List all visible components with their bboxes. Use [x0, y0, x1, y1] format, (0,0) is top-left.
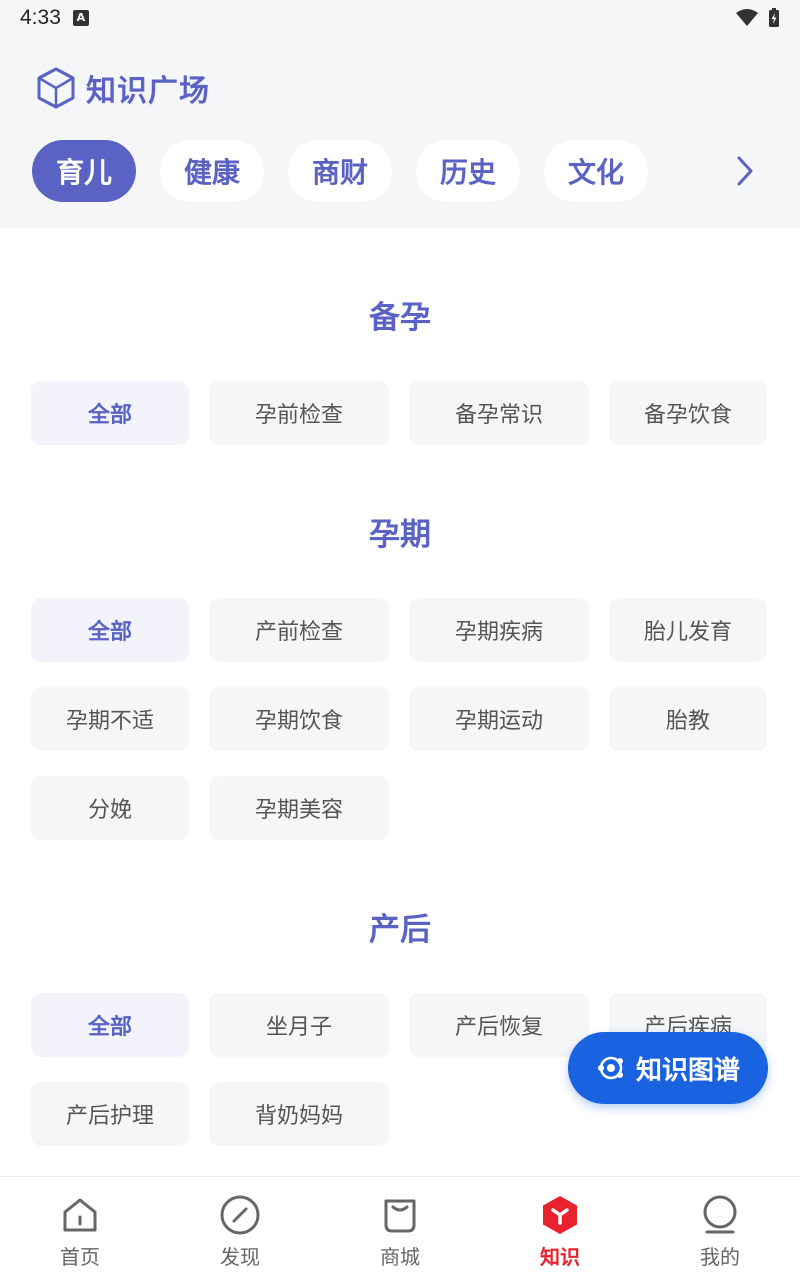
nav-label: 首页 [60, 1245, 100, 1269]
bottom-nav: 首页 发现 商城 知识 我的 [0, 1176, 800, 1280]
chip-item[interactable]: 孕期运动 [409, 687, 589, 751]
chip-all[interactable]: 全部 [31, 598, 189, 662]
tab-business[interactable]: 商财 [288, 140, 392, 202]
accessibility-notification-icon: A [72, 10, 89, 26]
nav-label: 我的 [700, 1245, 740, 1269]
wifi-icon [736, 9, 758, 26]
category-tabs: 育儿 健康 商财 历史 文化 [32, 140, 648, 202]
nav-item-discover[interactable]: 发现 [160, 1177, 320, 1280]
nav-label: 发现 [220, 1245, 260, 1269]
chip-item[interactable]: 产后护理 [31, 1082, 189, 1146]
page-title: 知识广场 [86, 74, 210, 109]
nav-item-home[interactable]: 首页 [0, 1177, 160, 1280]
chip-item[interactable]: 分娩 [31, 776, 189, 840]
chip-item[interactable]: 孕期不适 [31, 687, 189, 751]
tab-culture[interactable]: 文化 [544, 140, 648, 202]
bag-icon [384, 1199, 416, 1233]
knowledge-graph-button[interactable]: 知识图谱 [568, 1032, 768, 1104]
chip-all[interactable]: 全部 [31, 381, 189, 445]
chip-item[interactable]: 孕期饮食 [209, 687, 389, 751]
cube-logo-icon [37, 67, 75, 109]
status-bar: 4:33 A [0, 0, 800, 36]
nav-label: 商城 [380, 1245, 420, 1269]
brand: 知识广场 [36, 66, 210, 110]
chip-item[interactable]: 胎儿发育 [609, 598, 767, 662]
chip-item[interactable]: 备孕常识 [409, 381, 589, 445]
chip-item[interactable]: 孕前检查 [209, 381, 389, 445]
status-time: 4:33 [20, 6, 61, 29]
knowledge-icon [543, 1196, 577, 1234]
chip-item[interactable]: 孕期美容 [209, 776, 389, 840]
nav-label: 知识 [540, 1245, 580, 1269]
chip-item[interactable]: 产前检查 [209, 598, 389, 662]
section-title-prepregnancy: 备孕 [369, 300, 431, 336]
chip-all[interactable]: 全部 [31, 993, 189, 1057]
header-area: 知识广场 育儿 健康 商财 历史 文化 [0, 36, 800, 228]
knowledge-graph-icon [597, 1056, 623, 1080]
section-title-pregnancy: 孕期 [369, 517, 431, 553]
knowledge-graph-label: 知识图谱 [635, 1055, 740, 1086]
chip-item[interactable]: 坐月子 [209, 993, 389, 1057]
tab-parenting[interactable]: 育儿 [32, 140, 136, 202]
tab-health[interactable]: 健康 [160, 140, 264, 202]
chip-item[interactable]: 孕期疾病 [409, 598, 589, 662]
section-grid-prepregnancy: 全部 孕前检查 备孕常识 备孕饮食 [0, 381, 800, 445]
chip-item[interactable]: 背奶妈妈 [209, 1082, 389, 1146]
tab-history[interactable]: 历史 [416, 140, 520, 202]
battery-icon [769, 8, 779, 27]
chip-item[interactable]: 产后恢复 [409, 993, 589, 1057]
section-title-postpartum: 产后 [369, 912, 431, 948]
home-icon [63, 1198, 97, 1232]
tabs-next-button[interactable] [730, 154, 760, 188]
section-grid-pregnancy: 全部 产前检查 孕期疾病 胎儿发育 孕期不适 孕期饮食 孕期运动 胎教 分娩 孕… [0, 598, 800, 840]
nav-item-shop[interactable]: 商城 [320, 1177, 480, 1280]
nav-item-knowledge[interactable]: 知识 [480, 1177, 640, 1280]
profile-icon [703, 1195, 737, 1234]
chip-item[interactable]: 备孕饮食 [609, 381, 767, 445]
chevron-right-icon [737, 156, 753, 186]
nav-item-profile[interactable]: 我的 [640, 1177, 800, 1280]
compass-icon [220, 1195, 260, 1235]
chip-item[interactable]: 胎教 [609, 687, 767, 751]
